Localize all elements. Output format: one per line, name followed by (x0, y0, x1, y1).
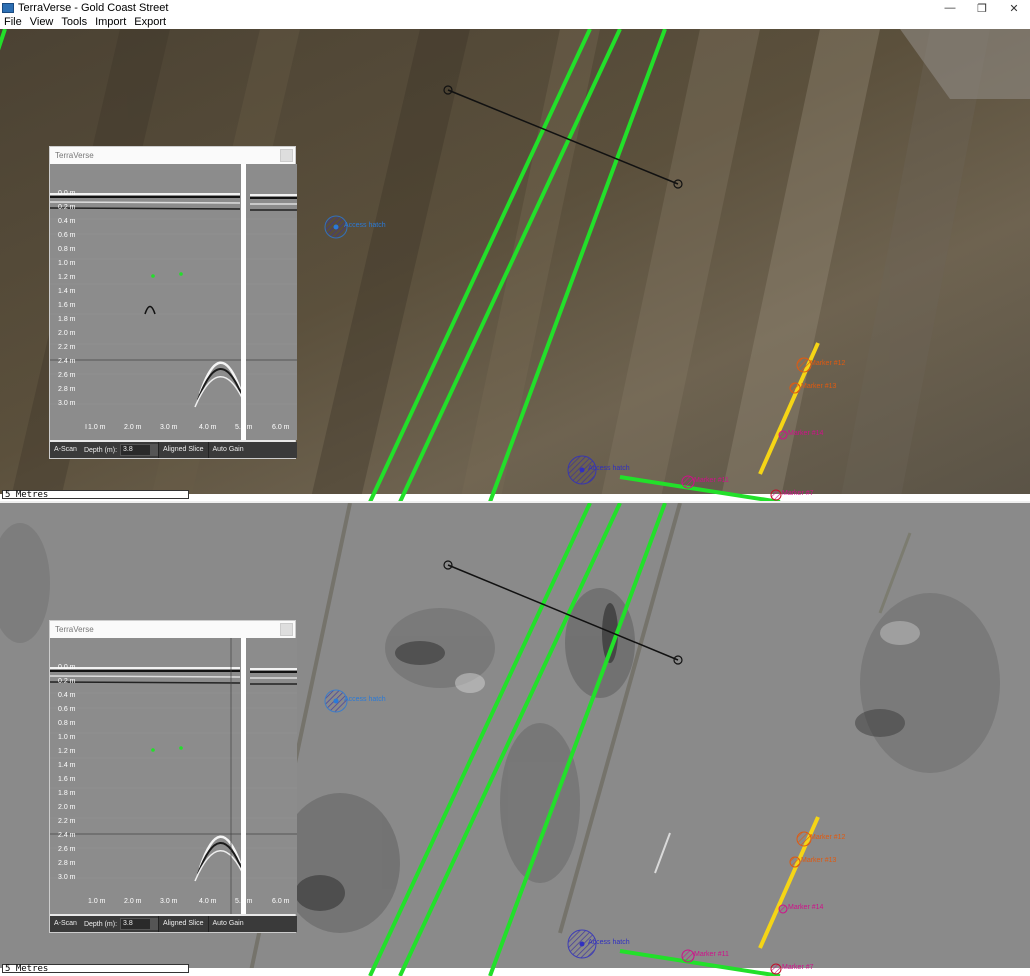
radargram-canvas[interactable] (50, 164, 297, 440)
depth-tick: 2.8 m (58, 386, 76, 393)
spinbox-arrows-icon[interactable] (150, 445, 158, 455)
depth-tick: 2.6 m (58, 846, 76, 853)
gpr-radargram-window[interactable]: TerraVerse 0.0 m 0.2 m 0.4 m 0.6 m 0.8 m… (49, 146, 297, 459)
distance-tick: 3.0 m (160, 898, 178, 905)
spinbox-arrows-icon[interactable] (150, 919, 158, 929)
distance-tick: 4.0 m (199, 424, 217, 431)
depth-tick: 1.8 m (58, 790, 76, 797)
distance-tick: 5.0 m (235, 424, 253, 431)
gpr-window-close-button[interactable] (280, 623, 293, 636)
depth-tick: 0.8 m (58, 720, 76, 727)
gpr-toolbar: A-Scan Depth (m): 3.8 Aligned Slice Auto… (50, 916, 297, 932)
map-view-depth-slice[interactable]: Access hatch Access hatch Marker #12 Mar… (0, 503, 1030, 976)
scale-bar: 5 Metres (2, 490, 189, 500)
depth-tick: 1.6 m (58, 302, 76, 309)
depth-tick: 1.2 m (58, 748, 76, 755)
close-button[interactable]: ✕ (998, 0, 1030, 16)
depth-tick: 1.4 m (58, 762, 76, 769)
depth-tick: 0.2 m (58, 678, 76, 685)
depth-tick: 2.2 m (58, 344, 76, 351)
depth-tick: 2.8 m (58, 860, 76, 867)
radargram-canvas[interactable] (50, 638, 297, 914)
menu-tools[interactable]: Tools (57, 16, 91, 29)
gpr-window-titlebar[interactable]: TerraVerse (50, 147, 295, 164)
gpr-window-titlebar[interactable]: TerraVerse (50, 621, 295, 638)
depth-tick: 1.2 m (58, 274, 76, 281)
gpr-window-close-button[interactable] (280, 149, 293, 162)
depth-tick: 0.4 m (58, 692, 76, 699)
ascan-button[interactable]: A-Scan (50, 442, 81, 458)
depth-spinbox[interactable]: 3.8 (120, 918, 159, 930)
depth-tick: 2.2 m (58, 818, 76, 825)
depth-label: Depth (m): (83, 446, 118, 454)
depth-tick: 0.8 m (58, 246, 76, 253)
distance-tick: 1.0 m (88, 898, 106, 905)
depth-tick: 3.0 m (58, 874, 76, 881)
depth-tick: 2.0 m (58, 330, 76, 337)
distance-tick: 5.0 m (235, 898, 253, 905)
depth-tick: 0.0 m (58, 190, 76, 197)
depth-value: 3.8 (123, 446, 133, 453)
depth-tick: 0.6 m (58, 232, 76, 239)
radargram-plot[interactable]: 0.0 m 0.2 m 0.4 m 0.6 m 0.8 m 1.0 m 1.2 … (50, 164, 297, 440)
depth-tick: 0.6 m (58, 706, 76, 713)
depth-tick: 0.4 m (58, 218, 76, 225)
distance-tick: 2.0 m (124, 898, 142, 905)
distance-tick: 2.0 m (124, 424, 142, 431)
distance-tick: 4.0 m (199, 898, 217, 905)
depth-tick: 2.4 m (58, 358, 76, 365)
menu-bar: File View Tools Import Export (0, 16, 1030, 29)
depth-tick: 2.6 m (58, 372, 76, 379)
depth-tick: 1.4 m (58, 288, 76, 295)
depth-tick: 1.8 m (58, 316, 76, 323)
depth-tick: 1.0 m (58, 260, 76, 267)
depth-tick: 0.2 m (58, 204, 76, 211)
ascan-button[interactable]: A-Scan (50, 916, 81, 932)
depth-value: 3.8 (123, 920, 133, 927)
depth-tick: 1.0 m (58, 734, 76, 741)
menu-view[interactable]: View (26, 16, 58, 29)
depth-spinbox[interactable]: 3.8 (120, 444, 159, 456)
aligned-slice-button[interactable]: Aligned Slice (158, 916, 207, 932)
depth-tick: 0.0 m (58, 664, 76, 671)
depth-tick: 2.0 m (58, 804, 76, 811)
gpr-radargram-window[interactable]: TerraVerse 0.0 m 0.2 m 0.4 m 0.6 m 0.8 m… (49, 620, 297, 933)
radargram-plot[interactable]: 0.0 m 0.2 m 0.4 m 0.6 m 0.8 m 1.0 m 1.2 … (50, 638, 297, 914)
gpr-toolbar: A-Scan Depth (m): 3.8 Aligned Slice Auto… (50, 442, 297, 458)
restore-button[interactable]: ❐ (966, 0, 998, 16)
depth-tick: 1.6 m (58, 776, 76, 783)
aligned-slice-button[interactable]: Aligned Slice (158, 442, 207, 458)
distance-tick: 6.0 m (272, 424, 290, 431)
window-titlebar: TerraVerse - Gold Coast Street — ❐ ✕ (0, 0, 1030, 16)
menu-export[interactable]: Export (130, 16, 170, 29)
distance-tick: 6.0 m (272, 898, 290, 905)
minimize-button[interactable]: — (934, 0, 966, 16)
menu-file[interactable]: File (0, 16, 26, 29)
scale-bar: 5 Metres (2, 964, 189, 974)
distance-tick: 1.0 m (88, 424, 106, 431)
auto-gain-button[interactable]: Auto Gain (207, 916, 248, 932)
depth-label: Depth (m): (83, 920, 118, 928)
depth-tick: 3.0 m (58, 400, 76, 407)
auto-gain-button[interactable]: Auto Gain (207, 442, 248, 458)
app-icon (2, 3, 14, 13)
window-title: TerraVerse - Gold Coast Street (18, 2, 169, 14)
gpr-window-title: TerraVerse (55, 625, 94, 634)
distance-tick: 3.0 m (160, 424, 178, 431)
depth-tick: 2.4 m (58, 832, 76, 839)
map-view-imagery[interactable]: Access hatch Access hatch Marker #12 Mar… (0, 29, 1030, 502)
gpr-window-title: TerraVerse (55, 151, 94, 160)
menu-import[interactable]: Import (91, 16, 130, 29)
